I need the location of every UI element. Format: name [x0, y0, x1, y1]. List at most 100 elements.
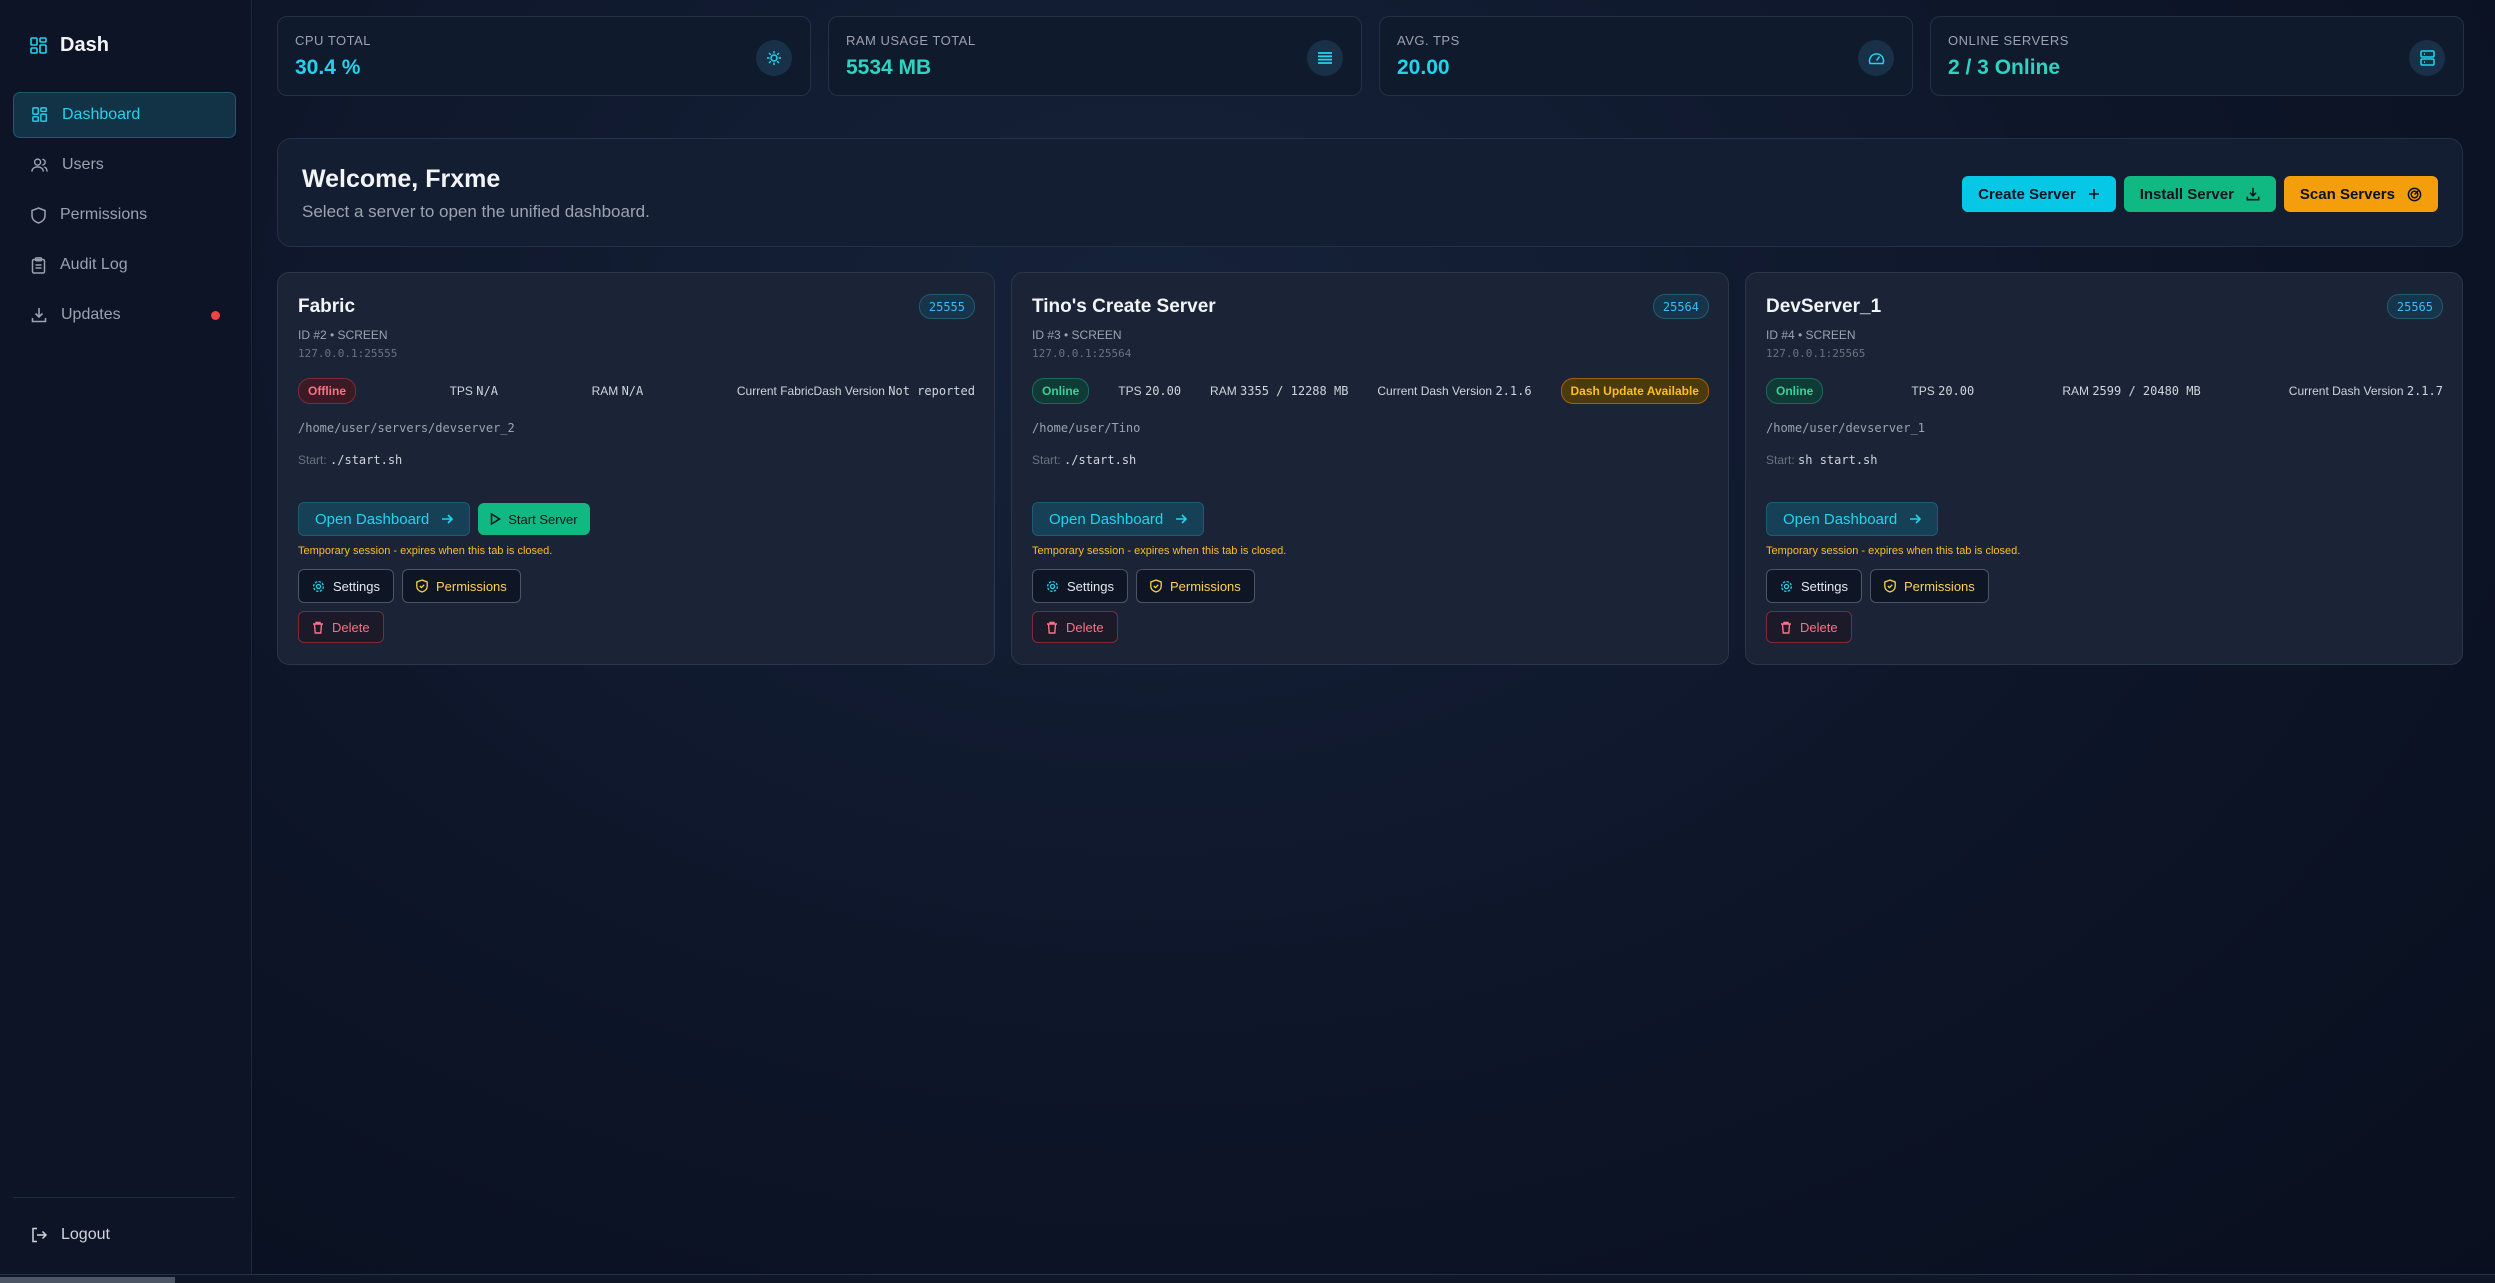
sidebar-item-permissions[interactable]: Permissions — [13, 192, 236, 238]
shield-check-icon — [1884, 579, 1896, 593]
primary-actions: Open Dashboard — [1032, 502, 1205, 536]
download-icon — [31, 308, 47, 323]
permissions-button[interactable]: Permissions — [401, 569, 521, 603]
gear-icon — [312, 580, 325, 592]
settings-button[interactable]: Settings — [1032, 569, 1128, 603]
update-available-badge[interactable]: Dash Update Available — [1560, 378, 1709, 404]
users-icon — [31, 158, 48, 172]
welcome-subtitle: Select a server to open the unified dash… — [302, 202, 650, 221]
arrow-right-icon — [1176, 514, 1188, 524]
stat-card-online-servers: ONLINE SERVERS 2 / 3 Online — [1930, 16, 2464, 96]
server-meta: ID #4 • SCREEN — [1766, 328, 1856, 342]
server-name: DevServer_1 — [1766, 296, 1882, 317]
arrow-right-icon — [442, 514, 454, 524]
horizontal-scrollbar[interactable] — [0, 1274, 2495, 1283]
delete-button[interactable]: Delete — [1032, 611, 1118, 643]
tps-stat: TPS N/A — [450, 384, 498, 398]
version-stat: Current FabricDash Version Not reported — [737, 384, 975, 398]
tps-value: 20.00 — [1144, 384, 1182, 398]
version-stat: Current Dash Version 2.1.7 — [2289, 384, 2443, 398]
server-icon — [2409, 40, 2445, 76]
tps-value: N/A — [476, 384, 498, 398]
plus-icon — [2088, 189, 2099, 199]
sidebar-item-dashboard[interactable]: Dashboard — [13, 92, 236, 138]
permissions-button[interactable]: Permissions — [1869, 569, 1989, 603]
start-cmd: ./start.sh — [1064, 453, 1137, 467]
delete-button[interactable]: Delete — [298, 611, 384, 643]
stat-value: 20.00 — [1397, 56, 1450, 79]
ram-stat: RAM 3355 / 12288 MB — [1210, 384, 1348, 398]
open-dashboard-button[interactable]: Open Dashboard — [1766, 502, 1939, 536]
scrollbar-thumb[interactable] — [0, 1277, 175, 1283]
permissions-button[interactable]: Permissions — [1135, 569, 1255, 603]
sidebar: Dash Dashboard Users Permissions Audit L… — [0, 0, 252, 1274]
brand-name: Dash — [60, 34, 109, 56]
stat-value: 2 / 3 Online — [1948, 56, 2061, 79]
start-cmd: sh start.sh — [1798, 453, 1878, 467]
create-server-button[interactable]: Create Server — [1962, 176, 2116, 212]
settings-button[interactable]: Settings — [1766, 569, 1862, 603]
temporary-session-note: Temporary session - expires when this ta… — [298, 545, 553, 557]
temporary-session-note: Temporary session - expires when this ta… — [1032, 545, 1287, 557]
button-label: Settings — [1801, 578, 1848, 594]
button-label: Settings — [333, 578, 380, 594]
logout-button[interactable]: Logout — [31, 1226, 110, 1244]
server-meta: ID #3 • SCREEN — [1032, 328, 1122, 342]
status-row: Online TPS 20.00 RAM 3355 / 12288 MB Cur… — [1032, 378, 1709, 404]
sidebar-item-audit-log[interactable]: Audit Log — [13, 242, 236, 288]
open-dashboard-button[interactable]: Open Dashboard — [1032, 502, 1205, 536]
clipboard-icon — [31, 256, 46, 274]
server-path: /home/user/devserver_1 — [1766, 421, 1925, 435]
list-icon — [1307, 40, 1343, 76]
button-label: Delete — [1066, 619, 1104, 635]
version-stat: Current Dash Version 2.1.6 — [1377, 384, 1531, 398]
settings-button[interactable]: Settings — [298, 569, 394, 603]
play-icon — [491, 513, 502, 525]
tps-stat: TPS 20.00 — [1118, 384, 1181, 398]
button-label: Permissions — [435, 578, 507, 594]
temporary-session-note: Temporary session - expires when this ta… — [1766, 545, 2021, 557]
install-server-button[interactable]: Install Server — [2123, 176, 2276, 212]
sidebar-item-label: Updates — [61, 306, 121, 323]
server-name: Fabric — [298, 296, 356, 317]
open-dashboard-button[interactable]: Open Dashboard — [298, 502, 471, 536]
stat-card-cpu: CPU TOTAL 30.4 % — [277, 16, 811, 96]
version-value: 2.1.7 — [2406, 384, 2443, 398]
sidebar-item-label: Dashboard — [62, 106, 141, 123]
ram-stat: RAM N/A — [592, 384, 644, 398]
gauge-icon — [1858, 40, 1894, 76]
delete-button[interactable]: Delete — [1766, 611, 1852, 643]
start-cmd: ./start.sh — [330, 453, 403, 467]
sidebar-item-users[interactable]: Users — [13, 142, 236, 188]
tps-stat: TPS 20.00 — [1911, 384, 1974, 398]
button-label: Install Server — [2139, 185, 2234, 203]
server-address: 127.0.0.1:25564 — [1032, 347, 1132, 360]
start-command: Start: sh start.sh — [1766, 453, 1878, 467]
button-label: Open Dashboard — [315, 510, 430, 528]
notification-dot — [211, 310, 220, 320]
ram-value: N/A — [621, 384, 644, 398]
button-label: Open Dashboard — [1783, 510, 1898, 528]
secondary-actions: Settings Permissions — [1766, 569, 1989, 603]
brand[interactable]: Dash — [30, 34, 109, 57]
scan-servers-button[interactable]: Scan Servers — [2283, 176, 2438, 212]
port-badge: 25564 — [1652, 294, 1709, 319]
sidebar-item-updates[interactable]: Updates — [13, 292, 236, 338]
trash-icon — [1047, 621, 1057, 634]
stat-card-tps: AVG. TPS 20.00 — [1379, 16, 1913, 96]
arrow-right-icon — [1910, 514, 1922, 524]
sidebar-nav: Dashboard Users Permissions Audit Log Up… — [13, 92, 236, 342]
status-badge: Online — [1032, 378, 1090, 404]
logout-label: Logout — [61, 1226, 110, 1243]
server-meta: ID #2 • SCREEN — [298, 328, 388, 342]
trash-icon — [1781, 621, 1791, 634]
logout-icon — [32, 1227, 47, 1243]
status-row: Online TPS 20.00 RAM 2599 / 20480 MB Cur… — [1766, 378, 2443, 404]
button-label: Settings — [1067, 578, 1114, 594]
tps-label: TPS — [1911, 384, 1935, 398]
header-actions: Create Server Install Server Scan Server… — [1962, 176, 2438, 212]
button-label: Open Dashboard — [1049, 510, 1164, 528]
primary-actions: Open Dashboard Start Server — [298, 502, 590, 536]
stat-value: 30.4 % — [295, 56, 361, 79]
start-server-button[interactable]: Start Server — [478, 503, 590, 535]
